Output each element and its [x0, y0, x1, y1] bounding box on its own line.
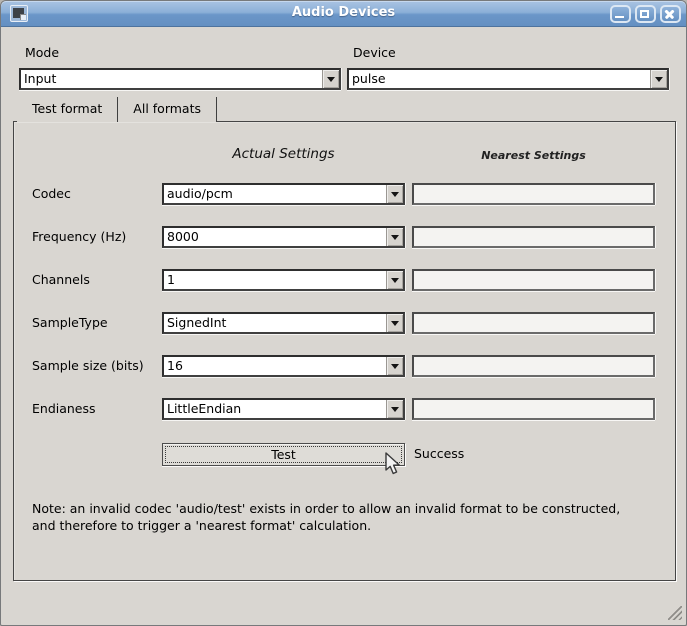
mode-label: Mode [25, 45, 59, 60]
device-label: Device [353, 45, 396, 60]
status-text: Success [414, 446, 464, 461]
close-button[interactable] [660, 5, 681, 23]
tab-test-format[interactable]: Test format [17, 97, 118, 122]
note-text: Note: an invalid codec 'audio/test' exis… [32, 500, 662, 534]
mode-select[interactable]: Input [19, 68, 341, 90]
window-controls [610, 5, 681, 23]
tab-all-formats[interactable]: All formats [118, 97, 217, 122]
device-value: pulse [352, 71, 386, 86]
titlebar[interactable]: Audio Devices [1, 1, 686, 27]
frequency-select[interactable]: 8000 [162, 226, 405, 248]
channels-select[interactable]: 1 [162, 269, 405, 291]
chevron-down-icon [327, 77, 335, 82]
codec-dropdown-arrow[interactable] [386, 185, 403, 203]
minimize-button[interactable] [610, 5, 631, 23]
actual-settings-header: Actual Settings [162, 146, 405, 162]
codec-select[interactable]: audio/pcm [162, 183, 405, 205]
chevron-down-icon [655, 77, 663, 82]
chevron-down-icon [391, 321, 399, 326]
resize-grip-icon[interactable] [668, 606, 682, 620]
frequency-label: Frequency (Hz) [32, 229, 126, 244]
test-format-panel: Actual Settings Nearest Settings Codec a… [13, 121, 676, 581]
window-body: Mode Input Device pulse Test format All … [1, 28, 686, 625]
chevron-down-icon [391, 278, 399, 283]
minimize-icon [615, 16, 624, 18]
samplesize-select[interactable]: 16 [162, 355, 405, 377]
endianess-nearest-field [412, 398, 655, 420]
nearest-settings-header: Nearest Settings [412, 149, 655, 162]
device-dropdown-arrow[interactable] [650, 70, 667, 88]
samplesize-label: Sample size (bits) [32, 358, 144, 373]
device-select[interactable]: pulse [347, 68, 669, 90]
chevron-down-icon [391, 192, 399, 197]
channels-dropdown-arrow[interactable] [386, 271, 403, 289]
chevron-down-icon [391, 407, 399, 412]
tab-bar: Test format All formats [17, 97, 217, 122]
window-title: Audio Devices [1, 5, 686, 20]
sampletype-label: SampleType [32, 315, 108, 330]
frequency-dropdown-arrow[interactable] [386, 228, 403, 246]
test-button[interactable]: Test [162, 443, 405, 466]
sampletype-dropdown-arrow[interactable] [386, 314, 403, 332]
samplesize-dropdown-arrow[interactable] [386, 357, 403, 375]
audio-devices-window: Audio Devices Mode Input Device pulse [0, 0, 687, 626]
maximize-icon [640, 10, 649, 18]
endianess-select[interactable]: LittleEndian [162, 398, 405, 420]
endianess-label: Endianess [32, 401, 96, 416]
frequency-nearest-field [412, 226, 655, 248]
sampletype-select[interactable]: SignedInt [162, 312, 405, 334]
endianess-dropdown-arrow[interactable] [386, 400, 403, 418]
codec-label: Codec [32, 186, 71, 201]
sampletype-nearest-field [412, 312, 655, 334]
channels-nearest-field [412, 269, 655, 291]
mode-dropdown-arrow[interactable] [322, 70, 339, 88]
mode-value: Input [24, 71, 56, 86]
chevron-down-icon [391, 235, 399, 240]
maximize-button[interactable] [635, 5, 656, 23]
channels-label: Channels [32, 272, 90, 287]
codec-nearest-field [412, 183, 655, 205]
mouse-cursor-icon [384, 452, 404, 478]
chevron-down-icon [391, 364, 399, 369]
samplesize-nearest-field [412, 355, 655, 377]
